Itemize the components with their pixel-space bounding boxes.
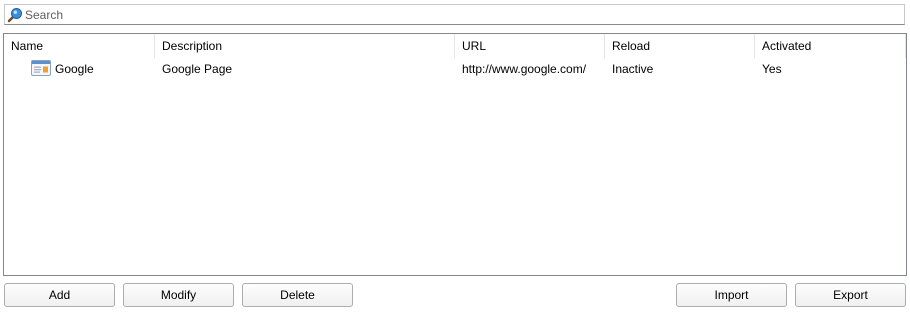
delete-button[interactable]: Delete bbox=[242, 283, 353, 307]
modify-button[interactable]: Modify bbox=[123, 283, 234, 307]
add-button[interactable]: Add bbox=[4, 283, 115, 307]
row-reload: Inactive bbox=[612, 62, 654, 76]
column-header-activated[interactable]: Activated bbox=[755, 34, 906, 58]
search-box[interactable] bbox=[4, 4, 905, 25]
list-header: Name Description URL Reload Activated bbox=[4, 34, 906, 58]
bookmark-list[interactable]: Name Description URL Reload Activated Go… bbox=[3, 33, 907, 276]
row-activated: Yes bbox=[762, 62, 782, 76]
row-url: http://www.google.com/ bbox=[462, 62, 587, 76]
webpage-icon bbox=[31, 60, 51, 77]
column-header-reload[interactable]: Reload bbox=[605, 34, 755, 58]
row-name: Google bbox=[55, 62, 94, 76]
import-button[interactable]: Import bbox=[676, 283, 787, 307]
list-item[interactable]: Google Google Page http://www.google.com… bbox=[4, 59, 906, 79]
row-description: Google Page bbox=[162, 62, 233, 76]
export-button[interactable]: Export bbox=[795, 283, 906, 307]
search-icon bbox=[7, 7, 23, 23]
column-header-url[interactable]: URL bbox=[455, 34, 605, 58]
column-header-description[interactable]: Description bbox=[155, 34, 455, 58]
search-input[interactable] bbox=[25, 6, 895, 23]
column-header-name[interactable]: Name bbox=[4, 34, 155, 58]
